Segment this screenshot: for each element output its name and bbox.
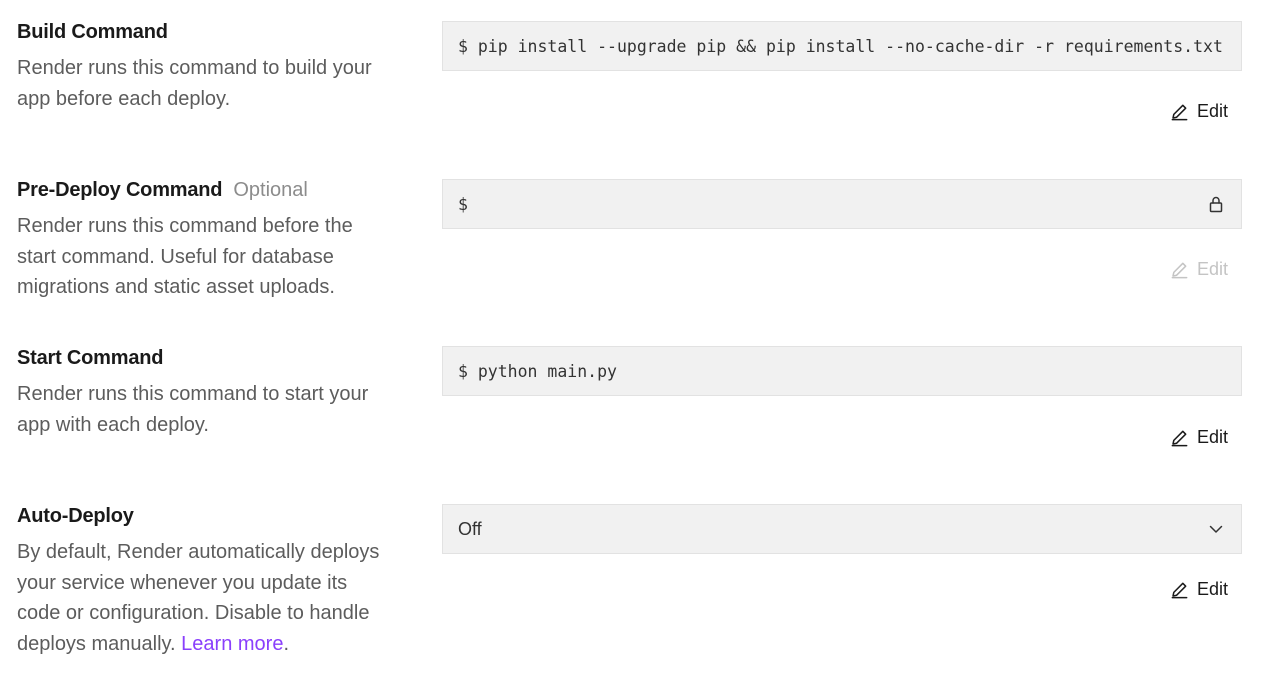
autodeploy-selected-value: Off — [458, 518, 482, 539]
pencil-icon — [1170, 102, 1189, 121]
pencil-icon — [1170, 428, 1189, 447]
build-command-title: Build Command — [17, 21, 168, 43]
start-command-edit-button[interactable]: Edit — [1170, 427, 1228, 448]
start-command-value: $ python main.py — [458, 361, 617, 381]
autodeploy-description: By default, Render automatically deploys… — [17, 541, 380, 655]
chevron-down-icon — [1206, 519, 1226, 539]
build-command-value: $ pip install --upgrade pip && pip insta… — [458, 36, 1223, 56]
pencil-icon — [1170, 580, 1189, 599]
autodeploy-edit-button[interactable]: Edit — [1170, 579, 1228, 600]
build-command-edit-button[interactable]: Edit — [1170, 101, 1228, 122]
autodeploy-edit-label: Edit — [1196, 579, 1228, 599]
predeploy-command-field[interactable]: $ — [442, 179, 1242, 229]
autodeploy-label-group: Auto-Deploy By default, Render automatic… — [17, 505, 387, 659]
autodeploy-title: Auto-Deploy — [17, 505, 134, 527]
build-command-edit-label: Edit — [1196, 101, 1228, 121]
build-command-label-group: Build Command Render runs this command t… — [17, 21, 387, 114]
predeploy-command-value: $ — [458, 194, 468, 214]
learn-more-link[interactable]: Learn more — [181, 633, 283, 655]
predeploy-command-label-group: Pre-Deploy Command Optional Render runs … — [17, 179, 387, 303]
start-command-description: Render runs this command to start your a… — [17, 383, 369, 436]
lock-icon — [1206, 194, 1226, 214]
predeploy-command-edit-label: Edit — [1196, 259, 1228, 279]
optional-tag: Optional — [233, 179, 308, 201]
start-command-label-group: Start Command Render runs this command t… — [17, 347, 387, 440]
start-command-edit-label: Edit — [1196, 427, 1228, 447]
predeploy-command-edit-button[interactable]: Edit — [1170, 259, 1228, 280]
predeploy-command-title: Pre-Deploy Command — [17, 179, 223, 201]
start-command-field[interactable]: $ python main.py — [442, 346, 1242, 396]
start-command-title: Start Command — [17, 347, 164, 369]
build-command-description: Render runs this command to build your a… — [17, 57, 372, 110]
pencil-icon — [1170, 260, 1189, 279]
build-command-field[interactable]: $ pip install --upgrade pip && pip insta… — [442, 21, 1242, 71]
autodeploy-select[interactable]: Off — [442, 504, 1242, 554]
predeploy-command-description: Render runs this command before the star… — [17, 215, 353, 298]
